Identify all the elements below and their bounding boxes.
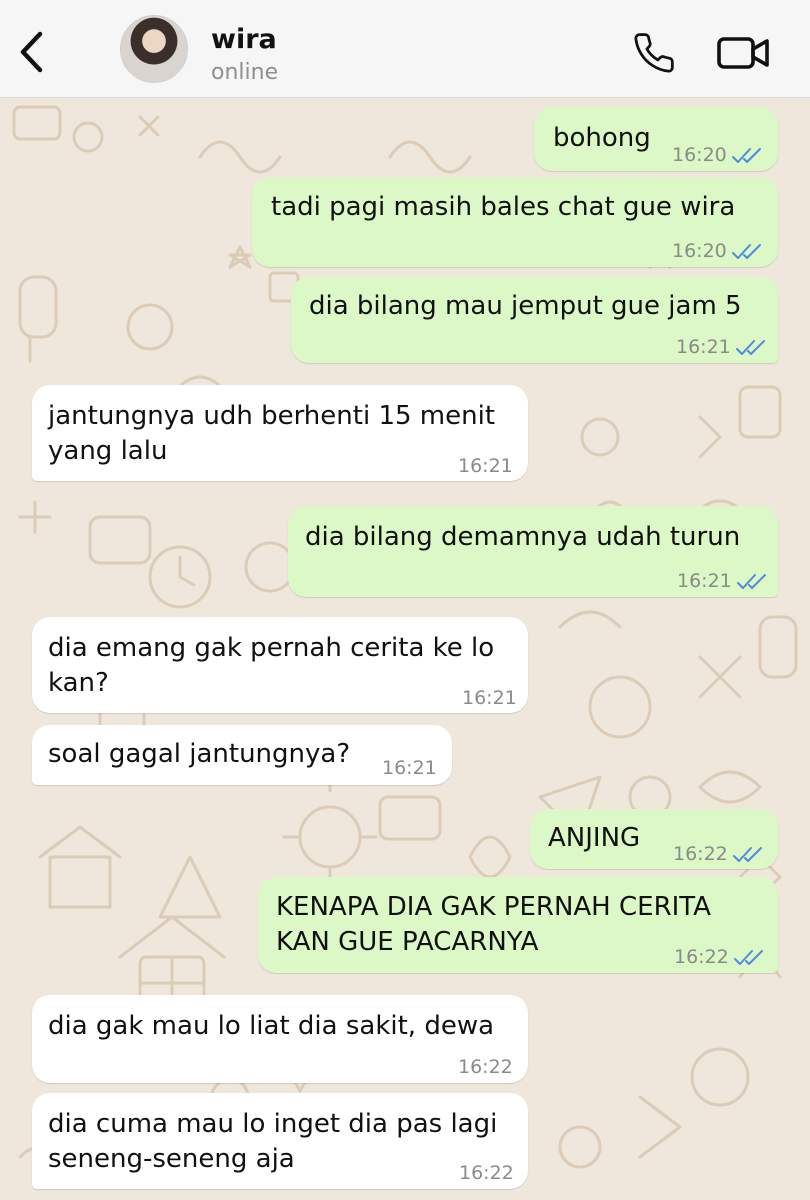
- double-check-icon: [735, 339, 765, 355]
- message-meta: 16:21: [677, 564, 768, 599]
- message-meta: 16:22: [673, 837, 764, 872]
- message-text: dia bilang demamnya udah turun: [305, 522, 741, 552]
- message-text: KENAPA DIA GAK PERNAH CERITA KAN GUE PAC…: [276, 892, 711, 957]
- message-meta: 16:21: [462, 681, 517, 716]
- incoming-message-bubble[interactable]: jantungnya udh berhenti 15 menit yang la…: [32, 385, 528, 481]
- chat-area[interactable]: bohong 16:20 tadi pagi masih bales chat gu…: [0, 97, 810, 1200]
- message-meta: 16:22: [458, 1050, 513, 1085]
- back-button[interactable]: [18, 30, 48, 74]
- double-check-icon: [731, 147, 761, 163]
- contact-avatar[interactable]: [120, 15, 188, 83]
- incoming-message-bubble[interactable]: dia gak mau lo liat dia sakit, dewa 16:22: [32, 995, 528, 1083]
- outgoing-message-bubble[interactable]: bohong 16:20: [534, 107, 778, 171]
- incoming-message-bubble[interactable]: dia cuma mau lo inget dia pas lagi senen…: [32, 1093, 528, 1189]
- message-time: 16:21: [676, 336, 731, 358]
- outgoing-message-bubble[interactable]: dia bilang demamnya udah turun 16:21: [288, 506, 778, 597]
- voice-call-button[interactable]: [632, 31, 676, 75]
- double-check-icon: [733, 949, 763, 965]
- message-meta: 16:22: [459, 1156, 514, 1191]
- message-time: 16:20: [672, 144, 727, 166]
- contact-status: online: [211, 60, 279, 85]
- message-text: soal gagal jantungnya?: [48, 739, 351, 769]
- double-check-icon: [736, 573, 766, 589]
- message-text: dia bilang mau jemput gue jam 5: [309, 291, 742, 321]
- message-meta: 16:20: [672, 234, 763, 269]
- message-time: 16:21: [458, 455, 513, 477]
- incoming-message-bubble[interactable]: dia emang gak pernah cerita ke lo kan? 16…: [32, 617, 528, 713]
- double-check-icon: [731, 243, 761, 259]
- video-camera-icon: [717, 37, 769, 69]
- chevron-left-icon: [20, 31, 43, 73]
- outgoing-message-bubble[interactable]: ANJING 16:22: [530, 809, 778, 869]
- message-text: tadi pagi masih bales chat gue wira: [271, 192, 736, 222]
- message-time: 16:22: [458, 1056, 513, 1078]
- chat-header: wira online: [0, 0, 810, 98]
- phone-icon: [634, 33, 674, 73]
- message-time: 16:22: [674, 946, 729, 968]
- message-meta: 16:21: [458, 449, 513, 484]
- message-time: 16:20: [672, 240, 727, 262]
- message-time: 16:22: [459, 1162, 514, 1184]
- message-text: jantungnya udh berhenti 15 menit yang la…: [48, 401, 496, 466]
- message-text: dia cuma mau lo inget dia pas lagi senen…: [48, 1109, 498, 1174]
- message-meta: 16:22: [674, 940, 765, 975]
- outgoing-message-bubble[interactable]: dia bilang mau jemput gue jam 5 16:21: [291, 277, 778, 363]
- double-check-icon: [732, 846, 762, 862]
- message-text: dia gak mau lo liat dia sakit, dewa: [48, 1011, 495, 1041]
- message-time: 16:21: [677, 570, 732, 592]
- video-call-button[interactable]: [716, 33, 772, 73]
- message-text: dia emang gak pernah cerita ke lo kan?: [48, 633, 495, 698]
- message-meta: 16:21: [676, 330, 767, 365]
- message-time: 16:22: [673, 843, 728, 865]
- message-text: bohong: [553, 123, 651, 153]
- message-text: ANJING: [548, 823, 641, 853]
- message-meta: 16:20: [672, 138, 763, 173]
- outgoing-message-bubble[interactable]: tadi pagi masih bales chat gue wira 16:20: [252, 177, 778, 267]
- message-time: 16:21: [382, 757, 437, 779]
- contact-name[interactable]: wira: [211, 24, 277, 55]
- message-meta: 16:21: [382, 751, 437, 786]
- outgoing-message-bubble[interactable]: KENAPA DIA GAK PERNAH CERITA KAN GUE PAC…: [258, 877, 778, 973]
- incoming-message-bubble[interactable]: soal gagal jantungnya? 16:21: [32, 725, 452, 785]
- message-time: 16:21: [462, 687, 517, 709]
